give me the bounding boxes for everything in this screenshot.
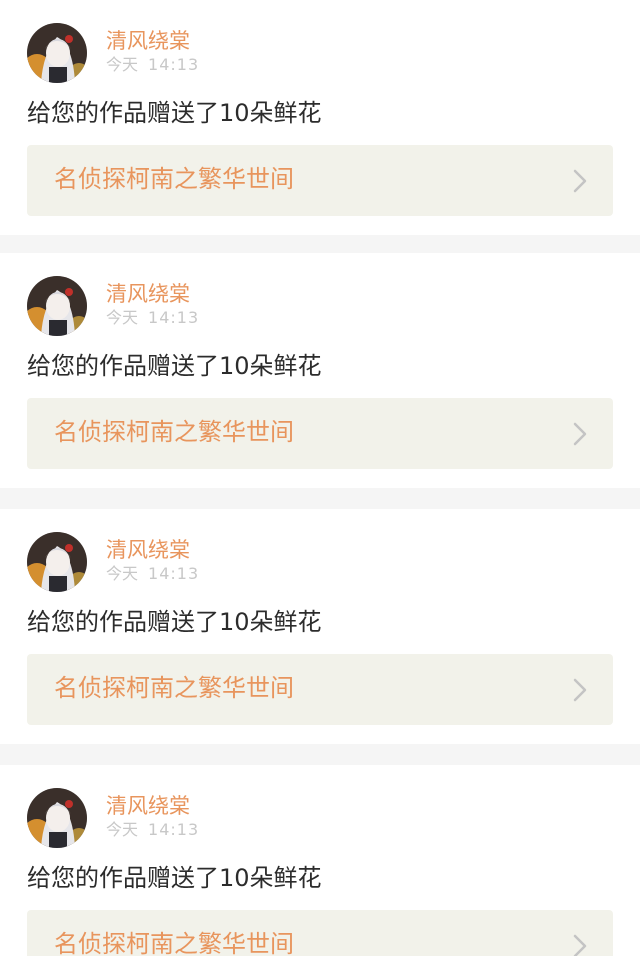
work-link-button[interactable]: 名侦探柯南之繁华世间	[27, 145, 613, 216]
date-label: 今天	[106, 820, 139, 839]
work-title: 名侦探柯南之繁华世间	[54, 674, 294, 702]
date-label: 今天	[106, 564, 139, 583]
time-label: 14:13	[148, 820, 200, 839]
gift-message: 给您的作品赠送了10朵鲜花	[27, 99, 322, 127]
timestamp: 今天 14:13	[106, 307, 199, 329]
notification-card: 清风绕棠 今天 14:13 给您的作品赠送了10朵鲜花 名侦探柯南之繁华世间	[0, 765, 640, 956]
work-title: 名侦探柯南之繁华世间	[54, 418, 294, 446]
time-label: 14:13	[148, 308, 200, 327]
username[interactable]: 清风绕棠	[106, 536, 190, 564]
date-label: 今天	[106, 55, 139, 74]
username[interactable]: 清风绕棠	[106, 27, 190, 55]
chevron-right-icon	[573, 169, 587, 193]
chevron-right-icon	[573, 422, 587, 446]
gift-message: 给您的作品赠送了10朵鲜花	[27, 352, 322, 380]
user-avatar-icon[interactable]	[27, 788, 87, 848]
timestamp: 今天 14:13	[106, 563, 199, 585]
timestamp: 今天 14:13	[106, 54, 199, 76]
work-link-button[interactable]: 名侦探柯南之繁华世间	[27, 398, 613, 469]
chevron-right-icon	[573, 934, 587, 956]
time-label: 14:13	[148, 564, 200, 583]
gift-notification-feed: 清风绕棠 今天 14:13 给您的作品赠送了10朵鲜花 名侦探柯南之繁华世间 清风…	[0, 0, 640, 956]
user-avatar-icon[interactable]	[27, 23, 87, 83]
work-link-button[interactable]: 名侦探柯南之繁华世间	[27, 654, 613, 725]
user-avatar-icon[interactable]	[27, 532, 87, 592]
notification-card: 清风绕棠 今天 14:13 给您的作品赠送了10朵鲜花 名侦探柯南之繁华世间	[0, 509, 640, 744]
username[interactable]: 清风绕棠	[106, 280, 190, 308]
work-link-button[interactable]: 名侦探柯南之繁华世间	[27, 910, 613, 956]
chevron-right-icon	[573, 678, 587, 702]
date-label: 今天	[106, 308, 139, 327]
work-title: 名侦探柯南之繁华世间	[54, 930, 294, 956]
user-avatar-icon[interactable]	[27, 276, 87, 336]
notification-card: 清风绕棠 今天 14:13 给您的作品赠送了10朵鲜花 名侦探柯南之繁华世间	[0, 253, 640, 488]
gift-message: 给您的作品赠送了10朵鲜花	[27, 864, 322, 892]
work-title: 名侦探柯南之繁华世间	[54, 165, 294, 193]
time-label: 14:13	[148, 55, 200, 74]
timestamp: 今天 14:13	[106, 819, 199, 841]
username[interactable]: 清风绕棠	[106, 792, 190, 820]
notification-card: 清风绕棠 今天 14:13 给您的作品赠送了10朵鲜花 名侦探柯南之繁华世间	[0, 0, 640, 235]
gift-message: 给您的作品赠送了10朵鲜花	[27, 608, 322, 636]
